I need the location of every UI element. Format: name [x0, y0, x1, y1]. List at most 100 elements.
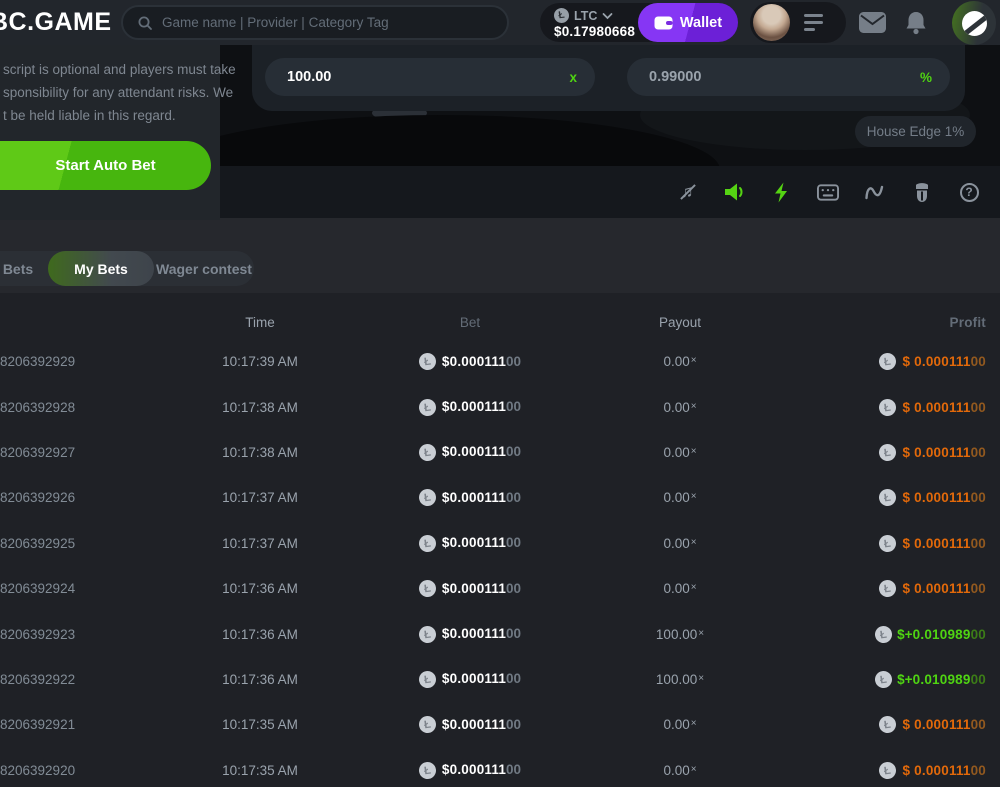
bet-profit: Ł $0.00011100: [790, 399, 986, 416]
notifications-button[interactable]: [901, 0, 931, 45]
tab-bets[interactable]: Bets: [0, 251, 48, 286]
chat-button[interactable]: [952, 1, 996, 45]
bet-payout: 0.00×: [570, 717, 790, 732]
win-chance-input[interactable]: [649, 69, 920, 85]
bets-table-body: 8206392929 10:17:39 AM Ł $0.00011100 0.0…: [0, 330, 1000, 787]
payout-multiplier-input[interactable]: [287, 69, 569, 85]
bet-amount: Ł $0.00011100: [370, 534, 570, 552]
chevron-down-icon: [602, 12, 613, 20]
help-icon: ?: [960, 183, 979, 202]
ltc-coin-icon: Ł: [418, 443, 437, 462]
bet-amount: Ł $0.00011100: [370, 443, 570, 461]
ltc-coin-icon: Ł: [418, 352, 437, 371]
table-row[interactable]: 8206392923 10:17:36 AM Ł $0.00011100 100…: [0, 611, 1000, 656]
bet-time: 10:17:36 AM: [150, 627, 370, 642]
sound-button[interactable]: [723, 181, 745, 203]
bet-list-icon[interactable]: [804, 14, 823, 31]
bet-profit: Ł $+0.01098900: [790, 626, 986, 643]
balance-display[interactable]: Ł LTC $0.17980668 Wallet: [540, 3, 738, 42]
bet-time: 10:17:38 AM: [150, 400, 370, 415]
table-row[interactable]: 8206392927 10:17:38 AM Ł $0.00011100 0.0…: [0, 430, 1000, 475]
acorn-icon: [913, 182, 931, 203]
bet-profit: Ł $0.00011100: [790, 762, 986, 779]
times-symbol: ×: [691, 582, 697, 593]
win-chance-field[interactable]: %: [627, 58, 950, 96]
bet-time: 10:17:35 AM: [150, 717, 370, 732]
bet-payout: 0.00×: [570, 354, 790, 369]
bet-time: 10:17:36 AM: [150, 581, 370, 596]
bet-id: 8206392926: [0, 490, 150, 505]
bet-id: 8206392925: [0, 536, 150, 551]
hotkeys-button[interactable]: [817, 181, 839, 203]
table-row[interactable]: 8206392925 10:17:37 AM Ł $0.00011100 0.0…: [0, 521, 1000, 566]
bet-time: 10:17:38 AM: [150, 445, 370, 460]
music-off-button[interactable]: ♫: [676, 181, 698, 203]
bet-id: 8206392924: [0, 581, 150, 596]
wave-icon: [864, 183, 886, 201]
bet-profit: Ł $0.00011100: [790, 353, 986, 370]
ltc-coin-icon: Ł: [418, 488, 437, 507]
currency-code: LTC: [574, 9, 597, 23]
trends-button[interactable]: [864, 181, 886, 203]
ltc-coin-icon: Ł: [418, 579, 437, 598]
table-row[interactable]: 8206392926 10:17:37 AM Ł $0.00011100 0.0…: [0, 475, 1000, 520]
tab-my-bets[interactable]: My Bets: [48, 251, 154, 286]
verify-button[interactable]: [911, 181, 933, 203]
table-row[interactable]: 8206392929 10:17:39 AM Ł $0.00011100 0.0…: [0, 339, 1000, 384]
mail-button[interactable]: [857, 0, 887, 45]
bet-id: 8206392923: [0, 627, 150, 642]
percent-suffix: %: [920, 70, 932, 85]
keyboard-icon: [817, 184, 839, 201]
times-symbol: ×: [691, 537, 697, 548]
turbo-button[interactable]: [770, 181, 792, 203]
bet-profit: Ł $0.00011100: [790, 489, 986, 506]
bet-payout: 0.00×: [570, 763, 790, 778]
times-symbol: ×: [698, 628, 704, 639]
table-row[interactable]: 8206392924 10:17:36 AM Ł $0.00011100 0.0…: [0, 566, 1000, 611]
start-auto-bet-button[interactable]: Start Auto Bet: [0, 141, 211, 190]
auto-bet-panel: script is optional and players must take…: [0, 45, 220, 220]
bet-amount: Ł $0.00011100: [370, 398, 570, 416]
ltc-coin-icon: Ł: [878, 443, 897, 462]
table-header-row: Time Bet Payout Profit: [0, 293, 1000, 330]
bet-time: 10:17:36 AM: [150, 672, 370, 687]
search-input[interactable]: [162, 15, 493, 30]
header-bet: Bet: [370, 315, 570, 330]
ltc-coin-icon: Ł: [878, 715, 897, 734]
bet-time: 10:17:37 AM: [150, 490, 370, 505]
ltc-coin-icon: Ł: [874, 670, 893, 689]
bet-time: 10:17:37 AM: [150, 536, 370, 551]
table-row[interactable]: 8206392920 10:17:35 AM Ł $0.00011100 0.0…: [0, 748, 1000, 787]
my-bets-table: Time Bet Payout Profit 8206392929 10:17:…: [0, 293, 1000, 787]
brand-logo[interactable]: BC.GAME: [0, 8, 112, 37]
times-symbol: ×: [691, 491, 697, 502]
payout-multiplier-field[interactable]: x: [265, 58, 595, 96]
search-bar[interactable]: [121, 5, 509, 40]
wallet-icon: [654, 15, 673, 30]
table-row[interactable]: 8206392921 10:17:35 AM Ł $0.00011100 0.0…: [0, 702, 1000, 747]
search-icon: [137, 15, 153, 31]
currency-selector[interactable]: Ł LTC: [554, 8, 613, 23]
bet-payout: 100.00×: [570, 627, 790, 642]
bet-profit: Ł $0.00011100: [790, 535, 986, 552]
user-menu[interactable]: [750, 2, 846, 43]
ltc-coin-icon: Ł: [878, 352, 897, 371]
wallet-button[interactable]: Wallet: [638, 3, 738, 42]
bet-profit: Ł $+0.01098900: [790, 671, 986, 688]
bet-time: 10:17:39 AM: [150, 354, 370, 369]
game-canvas: x % House Edge 1% ♫: [220, 45, 1000, 218]
times-symbol: ×: [691, 401, 697, 412]
table-row[interactable]: 8206392928 10:17:38 AM Ł $0.00011100 0.0…: [0, 384, 1000, 429]
table-row[interactable]: 8206392922 10:17:36 AM Ł $0.00011100 100…: [0, 657, 1000, 702]
bet-profit: Ł $0.00011100: [790, 580, 986, 597]
avatar[interactable]: [753, 4, 790, 41]
bet-id: 8206392922: [0, 672, 150, 687]
bet-amount: Ł $0.00011100: [370, 716, 570, 734]
tab-wager-contest[interactable]: Wager contest: [154, 251, 254, 286]
ltc-coin-icon: Ł: [418, 397, 437, 416]
game-toolbar: ♫: [220, 166, 1000, 218]
times-symbol: ×: [691, 446, 697, 457]
help-button[interactable]: ?: [958, 181, 980, 203]
ltc-coin-icon: Ł: [418, 715, 437, 734]
bet-id: 8206392928: [0, 400, 150, 415]
